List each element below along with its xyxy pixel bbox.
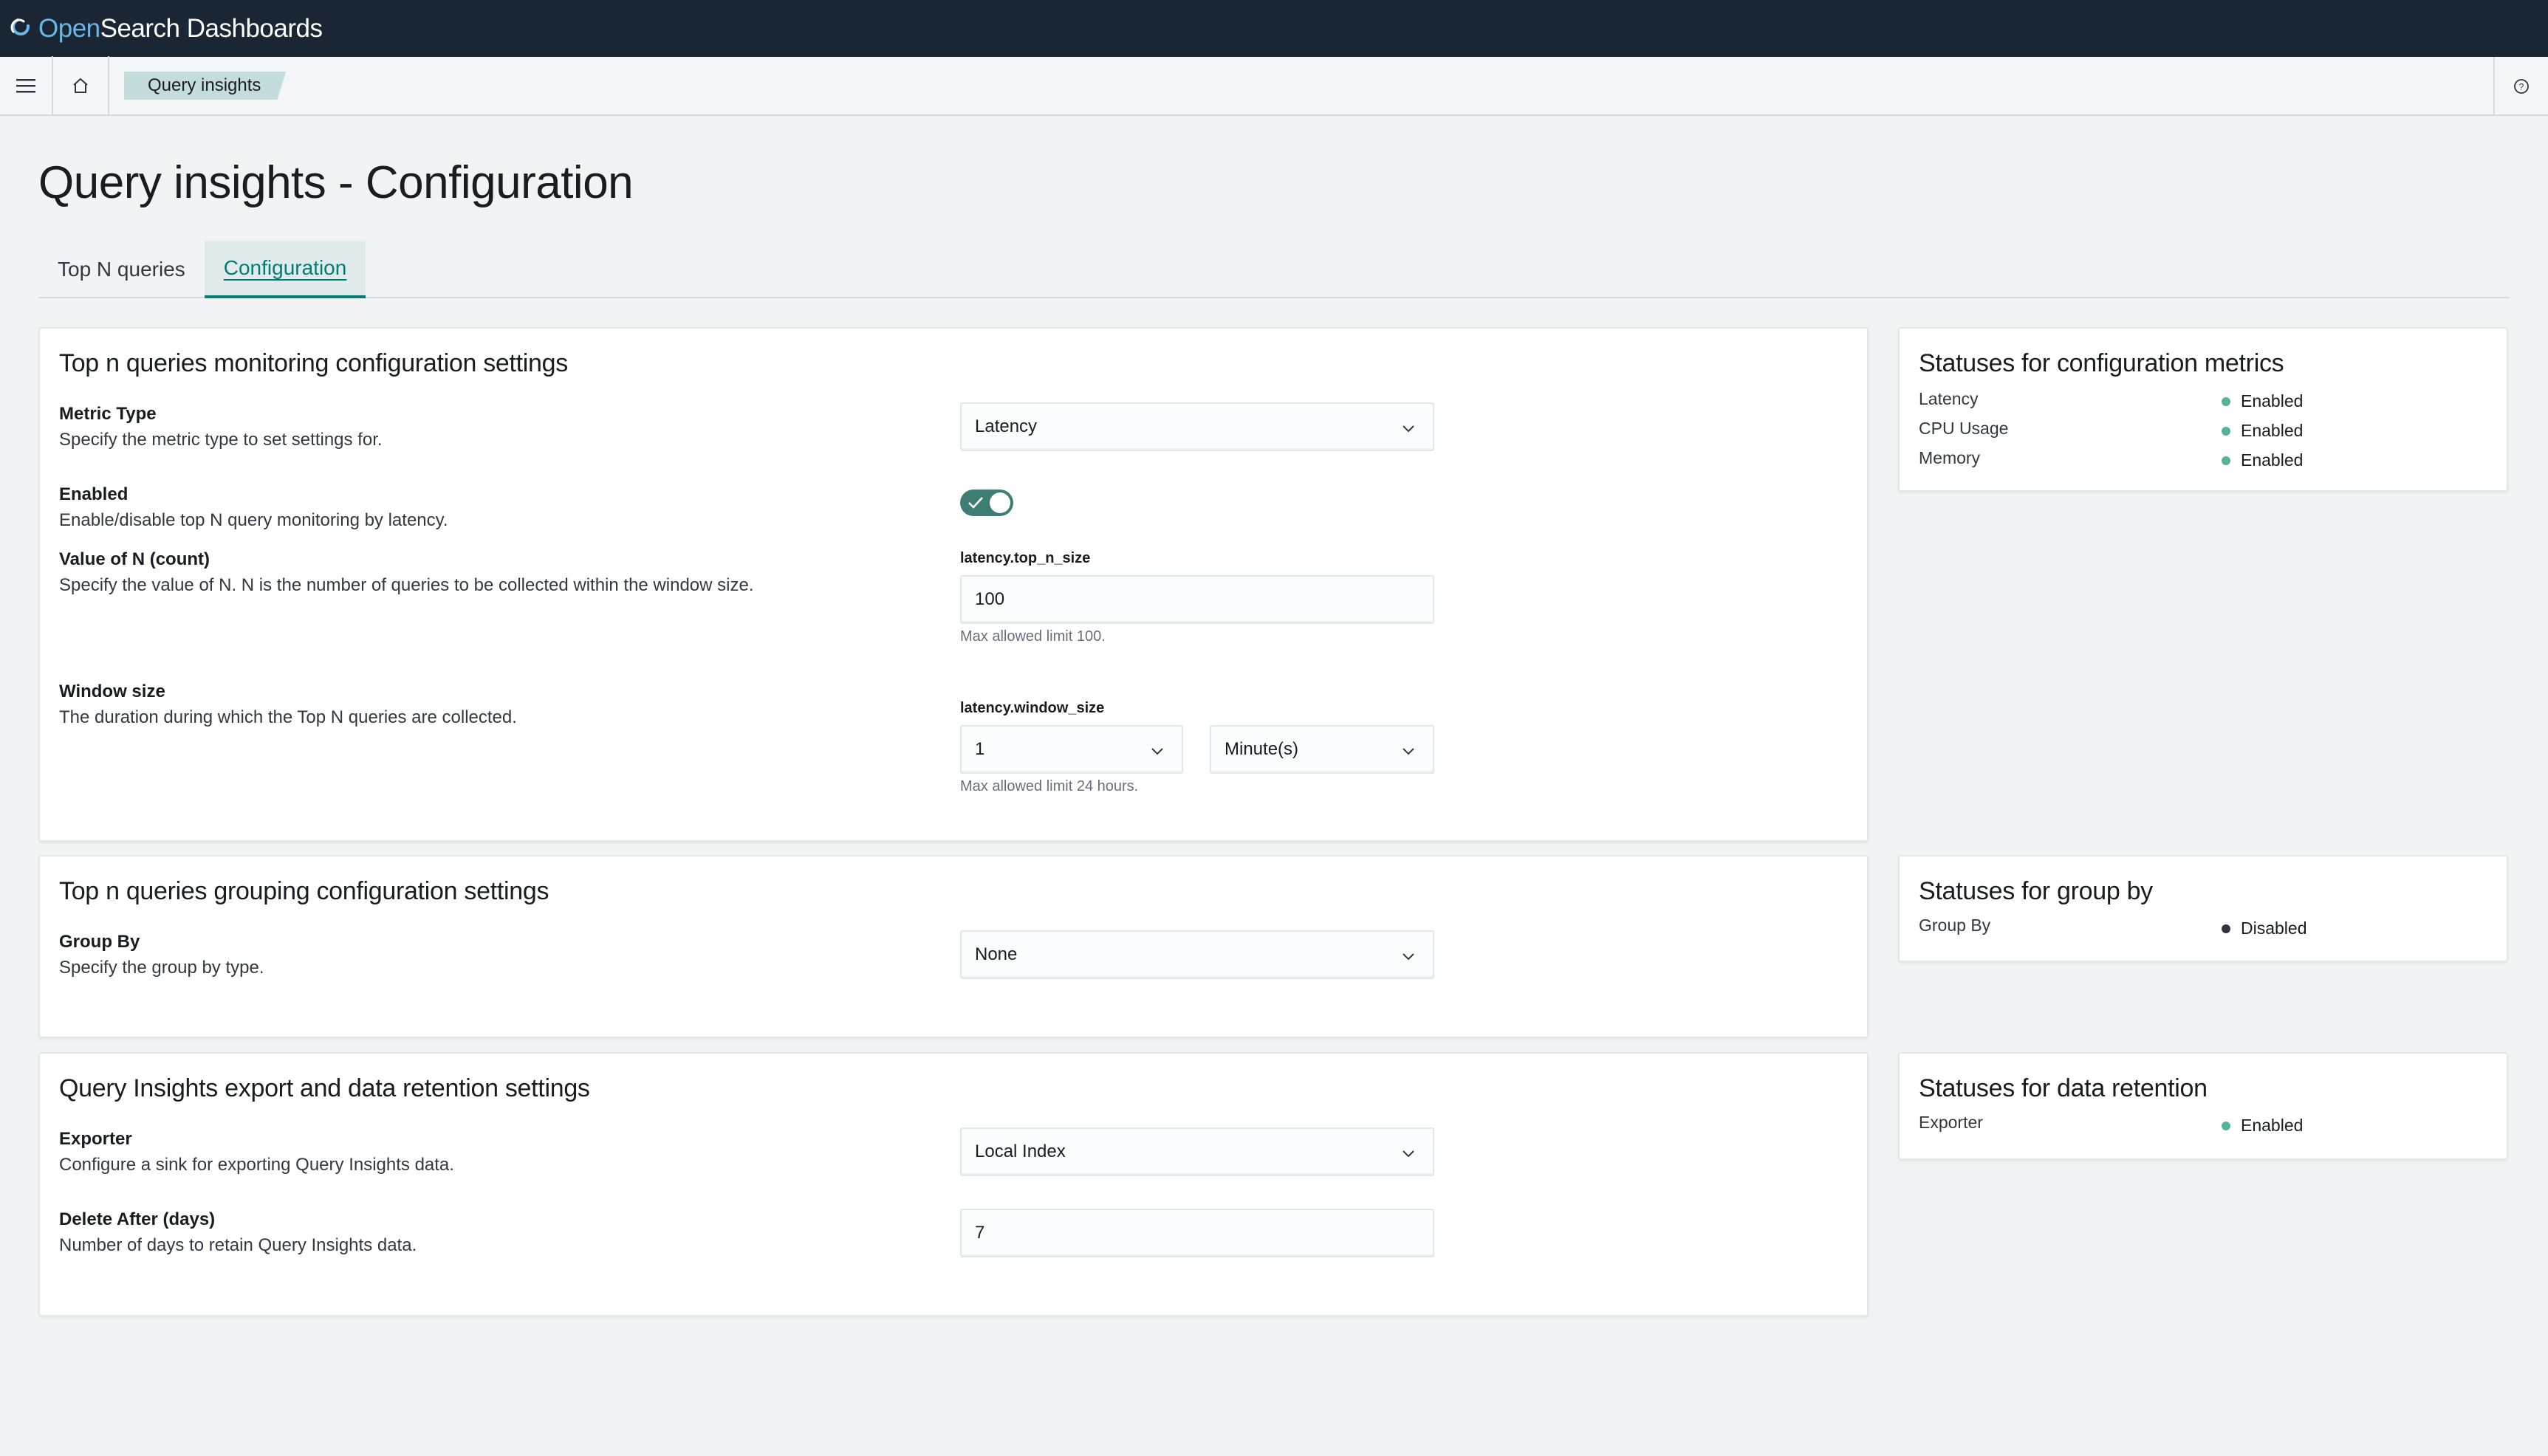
tab-list: Top N queries Configuration [38, 241, 2510, 298]
window-size-value: 1 [975, 739, 985, 759]
exporter-value: Local Index [975, 1141, 1066, 1161]
window-size-desc: The duration during which the Top N quer… [59, 707, 517, 727]
tab-top-n-queries[interactable]: Top N queries [38, 241, 205, 298]
opensearch-logo-icon[interactable] [9, 17, 32, 41]
status-metrics-title: Statuses for configuration metrics [1919, 349, 2284, 377]
delete-after-label: Delete After (days) [59, 1209, 216, 1229]
window-size-label: Window size [59, 681, 165, 701]
status-cpu-value: Enabled [2222, 421, 2303, 441]
enabled-label: Enabled [59, 484, 129, 504]
help-button[interactable]: ? [2493, 57, 2548, 116]
metric-type-label: Metric Type [59, 404, 157, 424]
enabled-desc: Enable/disable top N query monitoring by… [59, 510, 448, 530]
metric-type-desc: Specify the metric type to set settings … [59, 430, 383, 450]
home-button[interactable] [53, 56, 109, 115]
group-by-desc: Specify the group by type. [59, 958, 264, 978]
home-icon [73, 78, 88, 93]
top-n-help: Max allowed limit 100. [960, 628, 1106, 645]
status-cpu-name: CPU Usage [1919, 419, 2009, 438]
tab-configuration[interactable]: Configuration [204, 241, 366, 298]
status-group-title: Statuses for group by [1919, 877, 2153, 905]
grouping-panel-title: Top n queries grouping configuration set… [59, 877, 549, 905]
status-dot [2222, 1121, 2230, 1130]
chevron-down-icon [1403, 748, 1414, 755]
chevron-down-icon [1403, 953, 1414, 961]
window-size-select[interactable]: 1 [960, 725, 1183, 774]
monitoring-settings-panel: Top n queries monitoring configuration s… [38, 327, 1869, 842]
breadcrumb-bar: Query insights ? [0, 56, 2548, 116]
menu-button[interactable] [0, 56, 53, 115]
group-by-label: Group By [59, 932, 140, 952]
window-size-help: Max allowed limit 24 hours. [960, 778, 1139, 794]
global-header: OpenSearch Dashboards [0, 0, 2548, 57]
top-n-label: Value of N (count) [59, 549, 210, 569]
toggle-knob [990, 492, 1010, 513]
status-memory-name: Memory [1919, 448, 1981, 467]
delete-after-input[interactable]: 7 [960, 1209, 1434, 1257]
status-group-panel: Statuses for group by Group By Disabled [1898, 855, 2508, 962]
chevron-down-icon [1403, 425, 1414, 433]
status-retention-title: Statuses for data retention [1919, 1074, 2208, 1102]
status-exporter-value: Enabled [2222, 1116, 2303, 1136]
status-metrics-panel: Statuses for configuration metrics Laten… [1898, 327, 2508, 492]
status-group-name: Group By [1919, 916, 1991, 935]
help-icon: ? [2514, 79, 2529, 94]
top-n-value: 100 [975, 589, 1005, 609]
metric-type-value: Latency [975, 416, 1038, 436]
group-by-value: None [975, 944, 1018, 964]
status-dot [2222, 426, 2230, 436]
window-size-form-label: latency.window_size [960, 700, 1105, 716]
window-unit-value: Minute(s) [1225, 739, 1299, 759]
page-title: Query insights - Configuration [38, 157, 634, 208]
delete-after-value: 7 [975, 1223, 985, 1243]
enabled-toggle[interactable] [960, 490, 1013, 516]
brand-logo[interactable]: OpenSearch Dashboards [38, 14, 323, 44]
breadcrumb[interactable]: Query insights [124, 72, 286, 100]
exporter-select[interactable]: Local Index [960, 1127, 1434, 1176]
status-latency-name: Latency [1919, 389, 1979, 408]
exporter-label: Exporter [59, 1129, 132, 1149]
status-memory-value: Enabled [2222, 450, 2303, 470]
grouping-settings-panel: Top n queries grouping configuration set… [38, 855, 1869, 1038]
status-dot [2222, 924, 2230, 933]
window-unit-select[interactable]: Minute(s) [1210, 725, 1434, 774]
delete-after-desc: Number of days to retain Query Insights … [59, 1235, 417, 1255]
status-dot [2222, 396, 2230, 406]
exporter-desc: Configure a sink for exporting Query Ins… [59, 1155, 454, 1175]
top-n-form-label: latency.top_n_size [960, 550, 1091, 566]
export-panel-title: Query Insights export and data retention… [59, 1074, 590, 1102]
chevron-down-icon [1403, 1150, 1414, 1158]
group-by-select[interactable]: None [960, 930, 1434, 979]
top-n-desc: Specify the value of N. N is the number … [59, 575, 754, 595]
top-n-input[interactable]: 100 [960, 575, 1434, 624]
chevron-down-icon [1151, 748, 1163, 755]
menu-icon [16, 79, 35, 93]
svg-text:?: ? [2519, 82, 2524, 92]
status-dot [2222, 456, 2230, 465]
status-latency-value: Enabled [2222, 391, 2303, 411]
check-icon [968, 497, 983, 509]
status-exporter-name: Exporter [1919, 1113, 1983, 1132]
status-group-value: Disabled [2222, 918, 2307, 938]
status-retention-panel: Statuses for data retention Exporter Ena… [1898, 1052, 2508, 1160]
monitoring-panel-title: Top n queries monitoring configuration s… [59, 349, 568, 377]
export-settings-panel: Query Insights export and data retention… [38, 1052, 1869, 1316]
metric-type-select[interactable]: Latency [960, 402, 1434, 451]
